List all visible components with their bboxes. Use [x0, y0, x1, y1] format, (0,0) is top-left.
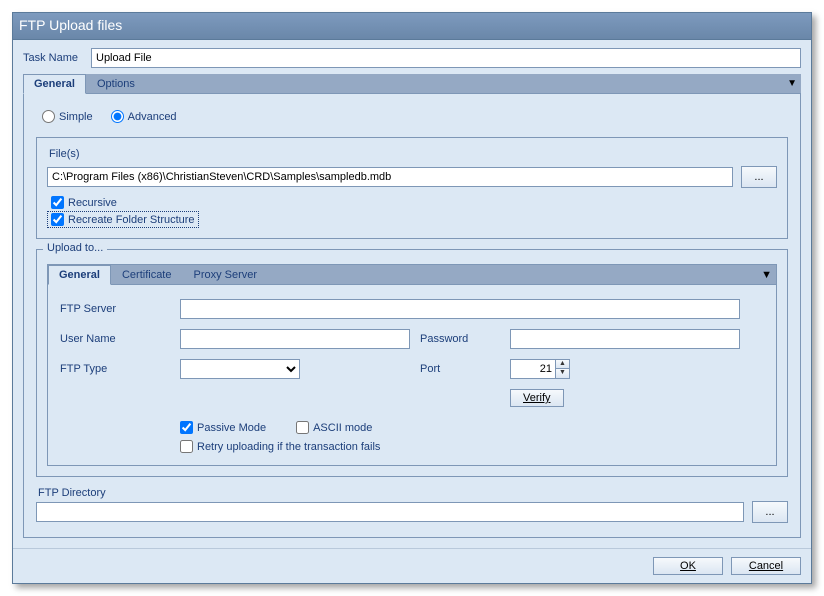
dialog-body: Task Name General Options ▼ Simple Advan…	[13, 40, 811, 548]
ftpdirectory-row: ...	[36, 501, 788, 523]
task-name-row: Task Name	[23, 48, 801, 68]
password-label: Password	[420, 333, 500, 345]
retry-check[interactable]: Retry uploading if the transaction fails	[180, 440, 764, 453]
ftpdirectory-label: FTP Directory	[38, 487, 788, 499]
port-spinner: ▲ ▼	[556, 359, 570, 379]
port-spinner-up[interactable]: ▲	[556, 360, 569, 369]
username-input[interactable]	[180, 329, 410, 349]
upload-form-grid: FTP Server User Name Password FTP Type P…	[60, 299, 764, 407]
port-input[interactable]	[510, 359, 556, 379]
files-browse-button[interactable]: ...	[741, 166, 777, 188]
dialog-window: FTP Upload files Task Name General Optio…	[12, 12, 812, 584]
passive-label: Passive Mode	[197, 422, 266, 434]
ftptype-label: FTP Type	[60, 363, 170, 375]
ftpserver-input[interactable]	[180, 299, 740, 319]
recreate-checkbox[interactable]	[51, 213, 64, 226]
ascii-check[interactable]: ASCII mode	[296, 421, 372, 434]
ftpdirectory-input[interactable]	[36, 502, 744, 522]
ok-button[interactable]: OK	[653, 557, 723, 575]
mode-advanced-radio[interactable]	[111, 110, 124, 123]
mode-simple-radio[interactable]	[42, 110, 55, 123]
username-label: User Name	[60, 333, 170, 345]
retry-label: Retry uploading if the transaction fails	[197, 441, 380, 453]
tabstrip-overflow-icon[interactable]: ▼	[787, 78, 797, 89]
task-name-label: Task Name	[23, 52, 83, 64]
ftpdirectory-browse-button[interactable]: ...	[752, 501, 788, 523]
port-label: Port	[420, 363, 500, 375]
cancel-button[interactable]: Cancel	[731, 557, 801, 575]
dialog-footer: OK Cancel	[13, 548, 811, 583]
port-stepper: ▲ ▼	[510, 359, 740, 379]
tab-options[interactable]: Options	[86, 74, 146, 94]
files-label: File(s)	[49, 148, 777, 160]
files-fieldset: File(s) ... Recursive Recreate Folder St…	[36, 137, 788, 239]
upload-tab-proxy[interactable]: Proxy Server	[183, 265, 269, 285]
window-title: FTP Upload files	[13, 13, 811, 40]
recursive-check[interactable]: Recursive	[47, 194, 121, 211]
passive-check[interactable]: Passive Mode	[180, 421, 266, 434]
ascii-label: ASCII mode	[313, 422, 372, 434]
files-path-input[interactable]	[47, 167, 733, 187]
password-input[interactable]	[510, 329, 740, 349]
files-check-col: Recursive Recreate Folder Structure	[47, 194, 777, 228]
files-path-row: ...	[47, 166, 777, 188]
upload-tabstrip-overflow-icon[interactable]: ▼	[761, 269, 772, 281]
upload-fieldset: Upload to... General Certificate Proxy S…	[36, 249, 788, 477]
mode-advanced[interactable]: Advanced	[111, 110, 177, 123]
recreate-label: Recreate Folder Structure	[68, 214, 195, 226]
ascii-checkbox[interactable]	[296, 421, 309, 434]
mode-simple-label: Simple	[59, 111, 93, 123]
upload-legend: Upload to...	[43, 242, 107, 254]
main-tabstrip: General Options ▼	[23, 74, 801, 94]
upload-tab-general[interactable]: General	[48, 265, 111, 285]
upload-panel: FTP Server User Name Password FTP Type P…	[47, 285, 777, 466]
passive-checkbox[interactable]	[180, 421, 193, 434]
recursive-label: Recursive	[68, 197, 117, 209]
upload-tab-certificate[interactable]: Certificate	[111, 265, 183, 285]
verify-button[interactable]: Verify	[510, 389, 564, 407]
recreate-check[interactable]: Recreate Folder Structure	[47, 211, 199, 228]
task-name-input[interactable]	[91, 48, 801, 68]
retry-checkbox[interactable]	[180, 440, 193, 453]
recursive-checkbox[interactable]	[51, 196, 64, 209]
port-spinner-down[interactable]: ▼	[556, 369, 569, 378]
upload-tabstrip: General Certificate Proxy Server ▼	[47, 264, 777, 285]
upload-options: Passive Mode ASCII mode Retry uploading …	[180, 421, 764, 453]
mode-simple[interactable]: Simple	[42, 110, 93, 123]
ftpserver-label: FTP Server	[60, 303, 170, 315]
tab-general[interactable]: General	[23, 74, 86, 94]
mode-row: Simple Advanced	[42, 110, 788, 123]
ftptype-select[interactable]	[180, 359, 300, 379]
mode-advanced-label: Advanced	[128, 111, 177, 123]
general-panel: Simple Advanced File(s) ... Recursive	[23, 94, 801, 538]
